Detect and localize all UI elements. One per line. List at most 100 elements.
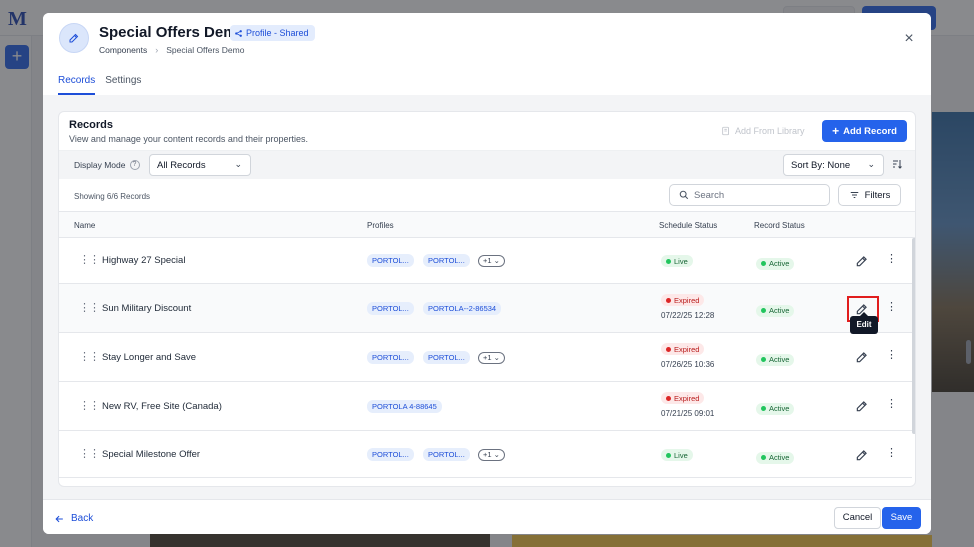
more-vertical-icon[interactable]: ⋮ xyxy=(886,350,897,361)
records-card: Records View and manage your content rec… xyxy=(58,111,916,487)
table-header: Name Profiles Schedule Status Record Sta… xyxy=(59,211,915,238)
sort-direction-icon[interactable] xyxy=(891,158,903,170)
search-icon xyxy=(679,190,689,200)
search-placeholder: Search xyxy=(694,189,725,201)
record-status: Active xyxy=(756,302,795,317)
close-icon[interactable]: × xyxy=(901,31,917,47)
schedule-status-label: Live xyxy=(674,450,688,460)
more-profiles-chip[interactable]: +1 ⌄ xyxy=(478,255,505,267)
record-status-label: Active xyxy=(769,453,790,462)
status-badge: Active xyxy=(756,304,795,317)
profile-shared-badge: Profile - Shared xyxy=(230,25,315,41)
status-badge: Live xyxy=(661,449,693,461)
chevron-down-icon: ⌄ xyxy=(234,159,242,169)
add-record-label: Add Record xyxy=(843,125,897,137)
tab-settings[interactable]: Settings xyxy=(105,75,141,95)
chevron-right-icon: › xyxy=(155,45,159,55)
schedule-status-label: Expired xyxy=(674,295,700,305)
tab-records[interactable]: Records xyxy=(58,75,96,95)
schedule-status-label: Live xyxy=(674,256,688,266)
library-icon xyxy=(722,126,729,136)
cancel-button[interactable]: Cancel xyxy=(834,507,881,529)
status-badge: Active xyxy=(756,353,795,366)
table-row[interactable]: ⋮⋮ Sun Military Discount PORTOL... PORTO… xyxy=(59,284,912,333)
filters-label: Filters xyxy=(864,189,891,201)
save-button[interactable]: Save xyxy=(882,507,921,529)
column-record-status: Record Status xyxy=(754,221,805,230)
more-profiles-count: +1 xyxy=(483,256,492,265)
display-mode-text: Display Mode xyxy=(74,160,126,170)
status-badge: Expired xyxy=(661,294,705,306)
column-profiles: Profiles xyxy=(367,221,394,230)
records-table-body: ⋮⋮ Highway 27 Special PORTOL... PORTOL..… xyxy=(59,238,915,486)
add-from-library-button[interactable]: Add From Library xyxy=(721,126,805,136)
profile-chip: PORTOL... xyxy=(423,254,470,267)
chevron-down-icon: ⌄ xyxy=(867,159,875,169)
profile-chip: PORTOL... xyxy=(367,254,414,267)
record-status-label: Active xyxy=(769,404,790,413)
profile-chip: PORTOLA--2-86534 xyxy=(423,302,502,315)
help-icon[interactable]: ? xyxy=(129,160,140,170)
more-profiles-chip[interactable]: +1 ⌄ xyxy=(478,352,505,364)
record-status: Active xyxy=(756,351,795,366)
modal-tabs: Records Settings xyxy=(58,75,141,95)
more-vertical-icon[interactable]: ⋮ xyxy=(886,399,897,410)
sort-by-select[interactable]: Sort By: None ⌄ xyxy=(783,154,884,176)
breadcrumb: Components › Special Offers Demo xyxy=(99,45,244,55)
filters-button[interactable]: Filters xyxy=(838,184,901,206)
drag-handle-icon[interactable]: ⋮⋮ xyxy=(79,255,100,266)
record-name: Special Milestone Offer xyxy=(102,449,201,460)
more-vertical-icon[interactable]: ⋮ xyxy=(886,302,897,313)
schedule-date: 07/26/25 10:36 xyxy=(661,360,715,369)
status-badge: Live xyxy=(661,255,693,267)
status-badge: Expired xyxy=(661,343,705,355)
drag-handle-icon[interactable]: ⋮⋮ xyxy=(79,352,100,363)
records-toolbar: Display Mode ? All Records ⌄ Sort By: No… xyxy=(59,150,915,179)
drag-handle-icon[interactable]: ⋮⋮ xyxy=(79,303,100,314)
record-status-label: Active xyxy=(769,306,790,315)
schedule-status-label: Expired xyxy=(674,393,700,403)
drag-handle-icon[interactable]: ⋮⋮ xyxy=(79,449,100,460)
schedule-date: 07/21/25 09:01 xyxy=(661,409,715,418)
schedule-status: Live xyxy=(661,255,693,267)
modal-footer: Back Cancel Save xyxy=(43,499,931,534)
schedule-status: Expired 07/26/25 10:36 xyxy=(661,343,714,369)
column-schedule-status: Schedule Status xyxy=(659,221,718,230)
share-icon xyxy=(235,29,242,37)
schedule-status: Live xyxy=(661,449,693,461)
pencil-icon[interactable] xyxy=(855,254,869,268)
column-name: Name xyxy=(74,221,96,230)
display-mode-select[interactable]: All Records ⌄ xyxy=(149,154,251,176)
add-record-button[interactable]: + Add Record xyxy=(822,120,907,142)
pencil-icon[interactable] xyxy=(855,399,869,413)
record-status: Active xyxy=(756,400,795,415)
status-badge: Active xyxy=(756,402,795,415)
pencil-icon[interactable] xyxy=(855,350,869,364)
table-row[interactable]: ⋮⋮ New RV, Free Site (Canada) PORTOLA 4-… xyxy=(59,382,912,431)
edit-tooltip: Edit xyxy=(850,312,878,334)
display-mode-label: Display Mode ? xyxy=(74,160,140,170)
more-vertical-icon[interactable]: ⋮ xyxy=(886,448,897,459)
more-profiles-chip[interactable]: +1 ⌄ xyxy=(478,449,505,461)
status-badge: Active xyxy=(756,451,795,464)
breadcrumb-item[interactable]: Components xyxy=(99,45,147,55)
modal-body: Records View and manage your content rec… xyxy=(43,95,931,499)
record-status-label: Active xyxy=(769,259,790,268)
add-from-library-label: Add From Library xyxy=(735,126,805,136)
table-row[interactable]: ⋮⋮ Special Milestone Offer PORTOL... POR… xyxy=(59,431,912,478)
records-subtitle: View and manage your content records and… xyxy=(69,134,308,144)
profile-chip: PORTOLA 4-88645 xyxy=(367,400,442,413)
record-name: Stay Longer and Save xyxy=(102,352,197,363)
records-title: Records xyxy=(69,119,114,131)
table-row[interactable]: ⋮⋮ Highway 27 Special PORTOL... PORTOL..… xyxy=(59,238,912,284)
table-scrollbar[interactable] xyxy=(912,238,915,434)
drag-handle-icon[interactable]: ⋮⋮ xyxy=(79,401,100,412)
record-name: Sun Military Discount xyxy=(102,303,192,314)
table-row[interactable]: ⋮⋮ Stay Longer and Save PORTOL... PORTOL… xyxy=(59,333,912,382)
status-badge: Active xyxy=(756,257,795,270)
pencil-icon[interactable] xyxy=(855,448,869,462)
back-button[interactable]: Back xyxy=(54,513,93,524)
search-input[interactable]: Search xyxy=(669,184,830,206)
more-vertical-icon[interactable]: ⋮ xyxy=(886,254,897,265)
records-modal: Special Offers Demo Profile - Shared Com… xyxy=(43,13,931,534)
